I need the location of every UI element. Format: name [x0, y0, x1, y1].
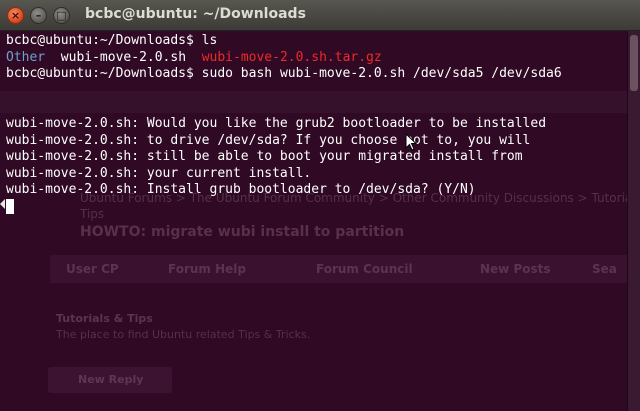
output-line: wubi-move-2.0.sh: to drive /dev/sda? If … — [6, 132, 531, 148]
maximize-window-button[interactable]: □ — [53, 7, 70, 24]
terminal-line: bcbc@ubuntu:~/Downloads$ sudo bash wubi-… — [6, 66, 562, 83]
output-line: wubi-move-2.0.sh: still be able to boot … — [6, 149, 523, 165]
terminal-line: bcbc@ubuntu:~/Downloads$ ls — [6, 33, 562, 50]
maximize-icon: □ — [56, 9, 67, 22]
window-title: bcbc@ubuntu: ~/Downloads — [85, 6, 306, 22]
ghost-section-title: Tutorials & Tips — [56, 312, 153, 325]
prompt: bcbc@ubuntu:~/Downloads$ — [6, 33, 202, 48]
ghost-section-desc: The place to find Ubuntu related Tips & … — [56, 328, 311, 341]
command: sudo bash wubi-move-2.0.sh /dev/sda5 /de… — [201, 66, 562, 82]
ghost-nav-item: Sea — [592, 262, 617, 276]
minimize-window-button[interactable]: – — [30, 7, 47, 24]
ls-directory: Other — [6, 49, 46, 65]
ls-separator — [45, 50, 61, 65]
ls-file: wubi-move-2.0.sh — [60, 49, 187, 65]
mouse-pointer-icon — [405, 133, 417, 151]
ghost-nav-item: New Posts — [480, 262, 551, 276]
ls-archive: wubi-move-2.0.sh.tar.gz — [201, 49, 382, 65]
ghost-new-reply-label: New Reply — [78, 373, 144, 386]
minimize-icon: – — [35, 9, 42, 22]
ghost-nav-bar — [50, 255, 627, 283]
left-arrow-icon — [0, 199, 5, 209]
ghost-new-reply-button — [48, 367, 172, 393]
input-line — [6, 198, 562, 216]
prompt: bcbc@ubuntu:~/Downloads$ — [6, 66, 202, 82]
output-line: wubi-move-2.0.sh: Would you like the gru… — [6, 115, 547, 131]
terminal-output: bcbc@ubuntu:~/Downloads$ ls Other wubi-mo… — [6, 33, 562, 216]
close-window-button[interactable]: × — [7, 7, 24, 24]
terminal-line: Other wubi-move-2.0.sh wubi-move-2.0.sh.… — [6, 50, 562, 67]
ghost-nav-item: User CP — [66, 262, 119, 276]
ls-separator — [186, 50, 202, 65]
ghost-nav-item: Forum Council — [316, 262, 413, 276]
ghost-nav-item: Forum Help — [168, 262, 246, 276]
title-bar[interactable]: × – □ bcbc@ubuntu: ~/Downloads — [0, 0, 640, 31]
scrollbar-thumb[interactable] — [630, 35, 638, 91]
command: ls — [201, 33, 218, 48]
vertical-scrollbar[interactable] — [627, 31, 640, 411]
output-line: wubi-move-2.0.sh: Install grub bootloade… — [6, 182, 476, 198]
terminal-area[interactable]: Ubuntu Forums > The Ubuntu Forum Communi… — [0, 31, 640, 411]
text-cursor[interactable] — [6, 198, 14, 214]
output-line: wubi-move-2.0.sh: your current install. — [6, 165, 312, 181]
ghost-thread-title: HOWTO: migrate wubi install to partition — [80, 224, 405, 240]
close-icon: × — [10, 9, 21, 22]
